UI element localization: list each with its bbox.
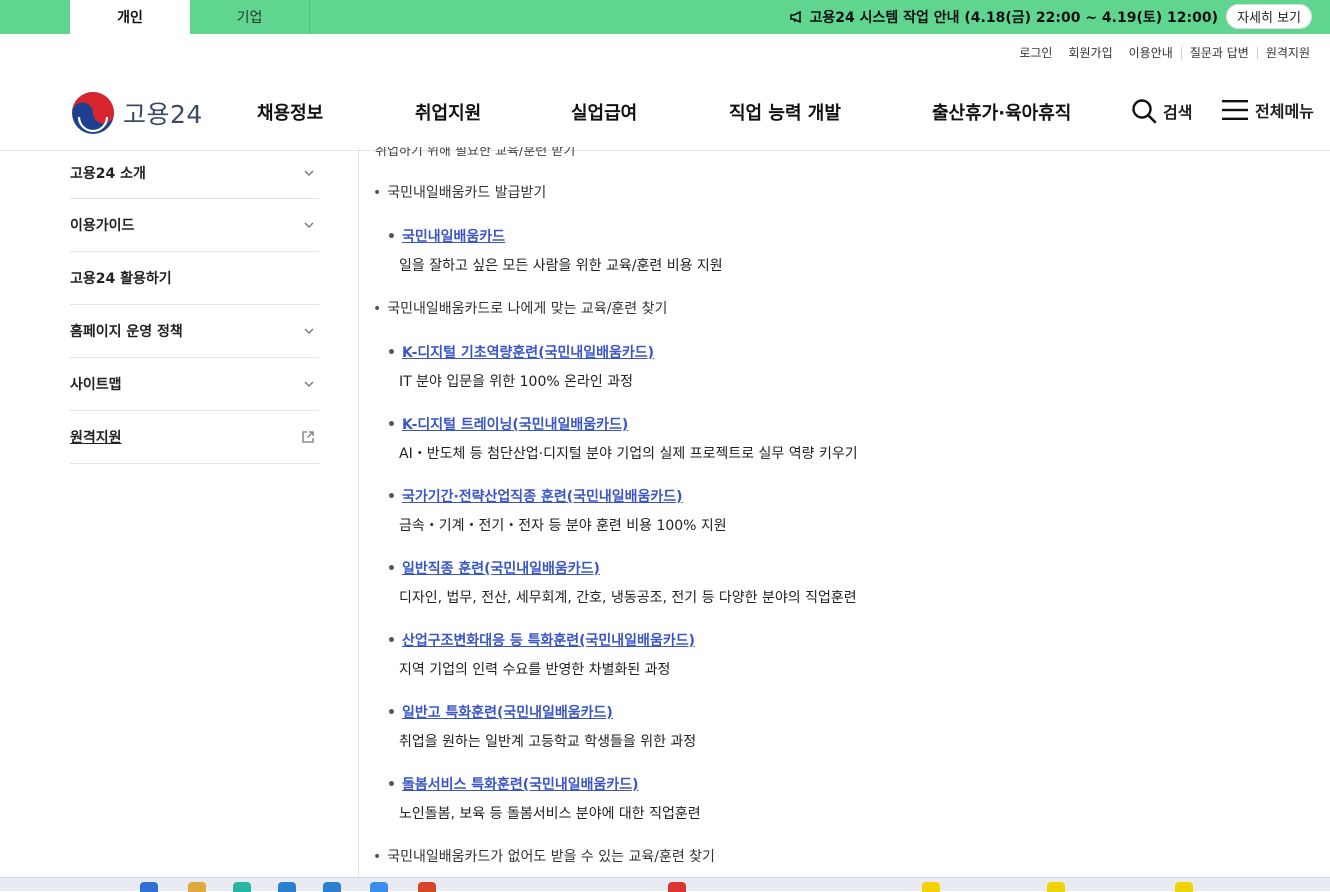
- megaphone-icon: [789, 11, 804, 23]
- sidebar-item-policy[interactable]: 홈페이지 운영 정책: [70, 305, 319, 358]
- sidebar-item-usage[interactable]: 고용24 활용하기: [70, 252, 319, 305]
- main-content: 취업하기 위해 필요한 교육/훈련 받기 국민내일배움카드 발급받기 국민내일배…: [358, 147, 1320, 877]
- list-item: 산업구조변화대응 등 특화훈련(국민내일배움카드) 지역 기업의 인력 수요를 …: [387, 630, 695, 679]
- program-desc: 금속・기계・전기・전자 등 분야 훈련 비용 100% 지원: [399, 518, 727, 534]
- utility-links: 로그인 회원가입 이용안내 질문과 답변 원격지원: [1011, 44, 1318, 61]
- chevron-down-icon: [304, 381, 314, 387]
- all-menu-button[interactable]: 전체메뉴: [1221, 98, 1314, 122]
- sidebar-item-sitemap[interactable]: 사이트맵: [70, 358, 319, 411]
- nav-skill-development[interactable]: 직업 능력 개발: [729, 99, 841, 125]
- chevron-down-icon: [304, 170, 314, 176]
- list-item: 일반고 특화훈련(국민내일배움카드) 취업을 원하는 일반계 고등학교 학생들을…: [387, 702, 696, 751]
- site-logo[interactable]: 고용24: [71, 91, 203, 135]
- list-item: 국민내일배움카드 일을 잘하고 싶은 모든 사람을 위한 교육/훈련 비용 지원: [387, 226, 723, 275]
- search-label: 검색: [1163, 103, 1193, 122]
- sidebar-item-label: 고용24 활용하기: [70, 271, 172, 287]
- remote-support-link[interactable]: 원격지원: [1258, 44, 1318, 61]
- program-desc: IT 분야 입문을 위한 100% 온라인 과정: [399, 374, 633, 390]
- program-link[interactable]: K-디지털 기초역량훈련(국민내일배움카드): [387, 342, 654, 362]
- section-heading: 국민내일배움카드가 없어도 받을 수 있는 교육/훈련 찾기: [373, 846, 715, 866]
- sidebar-item-label: 이용가이드: [70, 218, 135, 234]
- program-desc: 노인돌봄, 보육 등 돌봄서비스 분야에 대한 직업훈련: [399, 806, 701, 822]
- program-desc: 지역 기업의 인력 수요를 반영한 차별화된 과정: [399, 662, 671, 678]
- list-item: 돌봄서비스 특화훈련(국민내일배움카드) 노인돌봄, 보육 등 돌봄서비스 분야…: [387, 774, 701, 823]
- sidebar-item-label: 홈페이지 운영 정책: [70, 324, 183, 340]
- search-button[interactable]: 검색: [1131, 98, 1192, 124]
- nav-parental-leave[interactable]: 출산휴가·육아휴직: [932, 99, 1071, 125]
- cut-off-heading: 취업하기 위해 필요한 교육/훈련 받기: [375, 147, 576, 159]
- list-item: K-디지털 기초역량훈련(국민내일배움카드) IT 분야 입문을 위한 100%…: [387, 342, 654, 391]
- sidebar-item-label: 원격지원: [70, 430, 122, 446]
- program-desc: 일을 잘하고 싶은 모든 사람을 위한 교육/훈련 비용 지원: [399, 258, 723, 274]
- nav-jobs[interactable]: 채용정보: [257, 99, 323, 125]
- signup-link[interactable]: 회원가입: [1060, 44, 1120, 61]
- sidebar-item-intro[interactable]: 고용24 소개: [70, 147, 319, 199]
- program-desc: 취업을 원하는 일반계 고등학교 학생들을 위한 과정: [399, 734, 697, 750]
- sidebar: 고용24 소개 이용가이드 고용24 활용하기 홈페이지 운영 정책 사이트맵 …: [70, 147, 319, 464]
- tab-business[interactable]: 기업: [190, 0, 310, 34]
- program-link[interactable]: 일반직종 훈련(국민내일배움카드): [387, 558, 857, 578]
- program-link[interactable]: K-디지털 트레이닝(국민내일배움카드): [387, 414, 858, 434]
- chevron-down-icon: [304, 328, 314, 334]
- os-taskbar: [0, 877, 1330, 892]
- sidebar-item-label: 고용24 소개: [70, 165, 146, 182]
- notice-text: 고용24 시스템 작업 안내 (4.18(금) 22:00 ~ 4.19(토) …: [809, 10, 1219, 26]
- sidebar-item-label: 사이트맵: [70, 377, 122, 393]
- program-desc: AI・반도체 등 첨단산업·디지털 분야 기업의 실제 프로젝트로 실무 역량 …: [399, 446, 858, 462]
- taegeuk-logo-icon: [72, 92, 114, 134]
- search-icon: [1132, 99, 1157, 124]
- tab-personal[interactable]: 개인: [70, 0, 190, 34]
- program-link[interactable]: 산업구조변화대응 등 특화훈련(국민내일배움카드): [387, 630, 695, 650]
- sidebar-item-remote-support[interactable]: 원격지원: [70, 411, 319, 464]
- main-header: 고용24 채용정보 취업지원 실업급여 직업 능력 개발 출산휴가·육아휴직 검…: [0, 75, 1330, 151]
- program-link[interactable]: 일반고 특화훈련(국민내일배움카드): [387, 702, 696, 722]
- list-item: 일반직종 훈련(국민내일배움카드) 디자인, 법무, 전산, 세무회계, 간호,…: [387, 558, 857, 607]
- external-link-icon: [302, 431, 314, 443]
- program-desc: 디자인, 법무, 전산, 세무회계, 간호, 냉동공조, 전기 등 다양한 분야…: [399, 590, 857, 606]
- hamburger-icon: [1222, 100, 1248, 120]
- notice-detail-button[interactable]: 자세히 보기: [1226, 4, 1312, 29]
- chevron-down-icon: [304, 222, 314, 228]
- program-link[interactable]: 국가기간·전략산업직종 훈련(국민내일배움카드): [387, 486, 727, 506]
- system-notice: 고용24 시스템 작업 안내 (4.18(금) 22:00 ~ 4.19(토) …: [789, 0, 1219, 34]
- program-link[interactable]: 돌봄서비스 특화훈련(국민내일배움카드): [387, 774, 701, 794]
- sidebar-item-guide[interactable]: 이용가이드: [70, 199, 319, 252]
- nav-employment-support[interactable]: 취업지원: [415, 99, 481, 125]
- list-item: 국가기간·전략산업직종 훈련(국민내일배움카드) 금속・기계・전기・전자 등 분…: [387, 486, 727, 535]
- all-menu-label: 전체메뉴: [1255, 102, 1314, 121]
- guide-link[interactable]: 이용안내: [1121, 44, 1181, 61]
- login-link[interactable]: 로그인: [1011, 44, 1060, 61]
- list-item: K-디지털 트레이닝(국민내일배움카드) AI・반도체 등 첨단산업·디지털 분…: [387, 414, 858, 463]
- program-link[interactable]: 국민내일배움카드: [387, 226, 723, 246]
- section-heading: 국민내일배움카드로 나에게 맞는 교육/훈련 찾기: [373, 298, 667, 318]
- top-bar: 개인 기업 고용24 시스템 작업 안내 (4.18(금) 22:00 ~ 4.…: [0, 0, 1330, 34]
- logo-text: 고용24: [123, 100, 203, 129]
- nav-unemployment-benefit[interactable]: 실업급여: [571, 99, 637, 125]
- section-heading: 국민내일배움카드 발급받기: [373, 182, 546, 202]
- qna-link[interactable]: 질문과 답변: [1182, 44, 1257, 61]
